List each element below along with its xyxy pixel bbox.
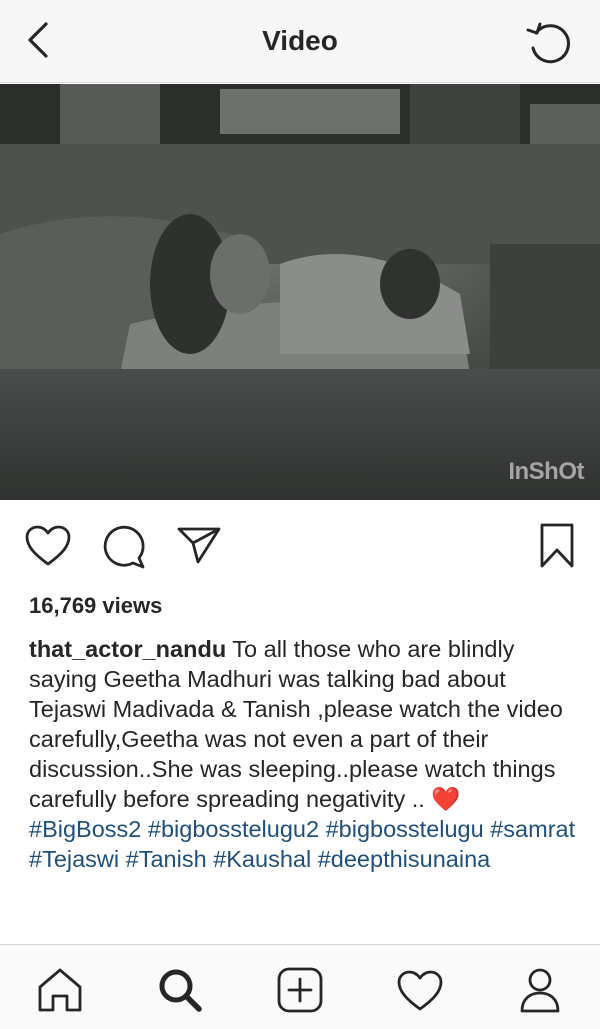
hashtag-link[interactable]: #Kaushal <box>213 846 311 872</box>
heart-icon <box>397 970 443 1011</box>
search-icon <box>159 969 202 1012</box>
save-button[interactable] <box>539 522 575 575</box>
nav-activity[interactable] <box>395 965 445 1015</box>
bookmark-icon <box>540 523 574 568</box>
video-watermark: InShOt <box>508 458 584 485</box>
hashtag-link[interactable]: #bigbosstelugu <box>326 816 484 842</box>
like-button[interactable] <box>24 524 72 573</box>
refresh-icon <box>526 22 570 64</box>
caption-text: To all those who are blindly saying Geet… <box>29 636 563 812</box>
views-count: 16,769 views <box>29 593 163 618</box>
hashtag-link[interactable]: #samrat <box>490 816 575 842</box>
home-icon <box>38 968 82 1012</box>
hashtag-link[interactable]: #Tejaswi <box>29 846 119 872</box>
paper-plane-icon <box>177 527 221 564</box>
bottom-nav <box>0 944 600 1029</box>
hashtag-link[interactable]: #bigbosstelugu2 <box>148 816 319 842</box>
nav-profile[interactable] <box>515 965 565 1015</box>
share-button[interactable] <box>176 524 222 571</box>
hashtag-link[interactable]: #Tanish <box>126 846 207 872</box>
heart-outline-icon <box>25 525 71 566</box>
hashtag-link[interactable]: #BigBoss2 <box>29 816 141 842</box>
page-title: Video <box>262 25 338 56</box>
video-player[interactable]: InShOt <box>0 84 600 500</box>
comment-button[interactable] <box>101 524 147 575</box>
nav-search[interactable] <box>155 965 205 1015</box>
nav-new-post[interactable] <box>275 965 325 1015</box>
nav-home[interactable] <box>35 965 85 1015</box>
post-caption: that_actor_nandu To all those who are bl… <box>29 634 579 874</box>
refresh-button[interactable] <box>524 18 574 68</box>
top-bar: Video <box>0 0 600 83</box>
profile-icon <box>520 968 560 1013</box>
video-frame <box>0 84 600 500</box>
hashtag-link[interactable]: #deepthisunaina <box>318 846 491 872</box>
heart-emoji: ❤️ <box>431 786 461 812</box>
plus-square-icon <box>277 967 323 1013</box>
comment-bubble-icon <box>103 525 145 569</box>
caption-username[interactable]: that_actor_nandu <box>29 636 226 662</box>
action-bar <box>0 500 600 590</box>
